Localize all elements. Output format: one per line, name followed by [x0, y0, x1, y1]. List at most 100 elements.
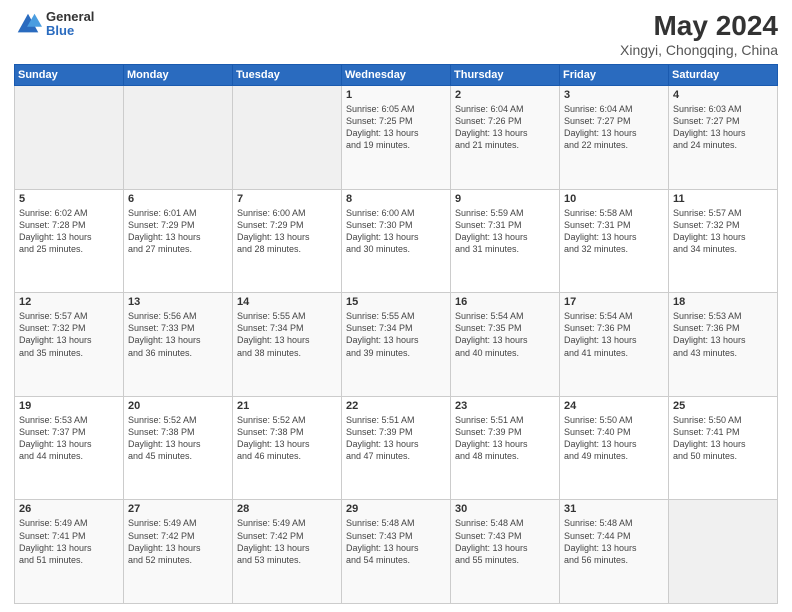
cell-text: Sunrise: 5:53 AMSunset: 7:37 PMDaylight:…	[19, 414, 119, 463]
day-cell-22: 22 Sunrise: 5:51 AMSunset: 7:39 PMDayligh…	[342, 396, 451, 500]
day-number: 7	[237, 193, 337, 205]
day-number: 14	[237, 296, 337, 308]
day-number: 26	[19, 503, 119, 515]
cell-text: Sunrise: 5:52 AMSunset: 7:38 PMDaylight:…	[237, 414, 337, 463]
empty-cell	[669, 500, 778, 604]
cell-text: Sunrise: 5:55 AMSunset: 7:34 PMDaylight:…	[237, 310, 337, 359]
day-number: 17	[564, 296, 664, 308]
cell-text: Sunrise: 5:53 AMSunset: 7:36 PMDaylight:…	[673, 310, 773, 359]
week-row-2: 5 Sunrise: 6:02 AMSunset: 7:28 PMDaylight…	[15, 189, 778, 293]
title-block: May 2024 Xingyi, Chongqing, China	[620, 10, 778, 58]
day-number: 8	[346, 193, 446, 205]
day-cell-7: 7 Sunrise: 6:00 AMSunset: 7:29 PMDaylight…	[233, 189, 342, 293]
cell-text: Sunrise: 5:57 AMSunset: 7:32 PMDaylight:…	[19, 310, 119, 359]
cell-text: Sunrise: 6:00 AMSunset: 7:29 PMDaylight:…	[237, 207, 337, 256]
cell-text: Sunrise: 5:49 AMSunset: 7:41 PMDaylight:…	[19, 517, 119, 566]
empty-cell	[233, 86, 342, 190]
day-number: 21	[237, 400, 337, 412]
day-header-wednesday: Wednesday	[342, 65, 451, 86]
day-cell-1: 1 Sunrise: 6:05 AMSunset: 7:25 PMDaylight…	[342, 86, 451, 190]
cell-text: Sunrise: 5:55 AMSunset: 7:34 PMDaylight:…	[346, 310, 446, 359]
cell-text: Sunrise: 6:00 AMSunset: 7:30 PMDaylight:…	[346, 207, 446, 256]
week-row-1: 1 Sunrise: 6:05 AMSunset: 7:25 PMDaylight…	[15, 86, 778, 190]
cell-text: Sunrise: 5:54 AMSunset: 7:35 PMDaylight:…	[455, 310, 555, 359]
calendar-table: SundayMondayTuesdayWednesdayThursdayFrid…	[14, 64, 778, 604]
day-header-saturday: Saturday	[669, 65, 778, 86]
day-number: 9	[455, 193, 555, 205]
day-number: 23	[455, 400, 555, 412]
day-cell-10: 10 Sunrise: 5:58 AMSunset: 7:31 PMDayligh…	[560, 189, 669, 293]
subtitle: Xingyi, Chongqing, China	[620, 42, 778, 58]
day-cell-30: 30Sunrise: 5:48 AMSunset: 7:43 PMDayligh…	[451, 500, 560, 604]
day-cell-27: 27 Sunrise: 5:49 AMSunset: 7:42 PMDayligh…	[124, 500, 233, 604]
week-row-5: 26 Sunrise: 5:49 AMSunset: 7:41 PMDayligh…	[15, 500, 778, 604]
page: General Blue May 2024 Xingyi, Chongqing,…	[0, 0, 792, 612]
day-cell-24: 24Sunrise: 5:50 AMSunset: 7:40 PMDayligh…	[560, 396, 669, 500]
day-number: 4	[673, 89, 773, 101]
day-number: 22	[346, 400, 446, 412]
cell-text: Sunrise: 5:58 AMSunset: 7:31 PMDaylight:…	[564, 207, 664, 256]
day-cell-3: 3Sunrise: 6:04 AMSunset: 7:27 PMDaylight…	[560, 86, 669, 190]
cell-text: Sunrise: 5:48 AMSunset: 7:43 PMDaylight:…	[455, 517, 555, 566]
day-cell-19: 19Sunrise: 5:53 AMSunset: 7:37 PMDayligh…	[15, 396, 124, 500]
day-cell-14: 14 Sunrise: 5:55 AMSunset: 7:34 PMDayligh…	[233, 293, 342, 397]
main-title: May 2024	[620, 10, 778, 42]
cell-text: Sunrise: 6:04 AMSunset: 7:26 PMDaylight:…	[455, 103, 555, 152]
cell-text: Sunrise: 5:51 AMSunset: 7:39 PMDaylight:…	[346, 414, 446, 463]
day-cell-29: 29Sunrise: 5:48 AMSunset: 7:43 PMDayligh…	[342, 500, 451, 604]
day-number: 27	[128, 503, 228, 515]
header: General Blue May 2024 Xingyi, Chongqing,…	[14, 10, 778, 58]
cell-text: Sunrise: 6:02 AMSunset: 7:28 PMDaylight:…	[19, 207, 119, 256]
cell-text: Sunrise: 5:56 AMSunset: 7:33 PMDaylight:…	[128, 310, 228, 359]
cell-text: Sunrise: 5:59 AMSunset: 7:31 PMDaylight:…	[455, 207, 555, 256]
day-cell-15: 15Sunrise: 5:55 AMSunset: 7:34 PMDayligh…	[342, 293, 451, 397]
day-cell-28: 28 Sunrise: 5:49 AMSunset: 7:42 PMDayligh…	[233, 500, 342, 604]
day-cell-26: 26 Sunrise: 5:49 AMSunset: 7:41 PMDayligh…	[15, 500, 124, 604]
cell-text: Sunrise: 6:01 AMSunset: 7:29 PMDaylight:…	[128, 207, 228, 256]
logo: General Blue	[14, 10, 94, 39]
day-number: 1	[346, 89, 446, 101]
day-cell-11: 11Sunrise: 5:57 AMSunset: 7:32 PMDayligh…	[669, 189, 778, 293]
cell-text: Sunrise: 5:57 AMSunset: 7:32 PMDaylight:…	[673, 207, 773, 256]
day-number: 12	[19, 296, 119, 308]
day-number: 10	[564, 193, 664, 205]
day-number: 31	[564, 503, 664, 515]
day-number: 2	[455, 89, 555, 101]
cell-text: Sunrise: 5:51 AMSunset: 7:39 PMDaylight:…	[455, 414, 555, 463]
day-number: 20	[128, 400, 228, 412]
day-cell-18: 18 Sunrise: 5:53 AMSunset: 7:36 PMDayligh…	[669, 293, 778, 397]
day-cell-8: 8 Sunrise: 6:00 AMSunset: 7:30 PMDaylight…	[342, 189, 451, 293]
cell-text: Sunrise: 5:54 AMSunset: 7:36 PMDaylight:…	[564, 310, 664, 359]
day-number: 5	[19, 193, 119, 205]
day-cell-6: 6 Sunrise: 6:01 AMSunset: 7:29 PMDaylight…	[124, 189, 233, 293]
logo-icon	[14, 10, 42, 38]
day-number: 6	[128, 193, 228, 205]
day-number: 28	[237, 503, 337, 515]
logo-blue: Blue	[46, 24, 94, 38]
day-header-tuesday: Tuesday	[233, 65, 342, 86]
cell-text: Sunrise: 5:48 AMSunset: 7:44 PMDaylight:…	[564, 517, 664, 566]
cell-text: Sunrise: 5:49 AMSunset: 7:42 PMDaylight:…	[237, 517, 337, 566]
day-cell-12: 12 Sunrise: 5:57 AMSunset: 7:32 PMDayligh…	[15, 293, 124, 397]
day-cell-2: 2 Sunrise: 6:04 AMSunset: 7:26 PMDaylight…	[451, 86, 560, 190]
logo-general: General	[46, 10, 94, 24]
week-row-4: 19Sunrise: 5:53 AMSunset: 7:37 PMDayligh…	[15, 396, 778, 500]
day-cell-31: 31 Sunrise: 5:48 AMSunset: 7:44 PMDayligh…	[560, 500, 669, 604]
empty-cell	[15, 86, 124, 190]
day-cell-23: 23 Sunrise: 5:51 AMSunset: 7:39 PMDayligh…	[451, 396, 560, 500]
day-number: 25	[673, 400, 773, 412]
empty-cell	[124, 86, 233, 190]
day-cell-16: 16 Sunrise: 5:54 AMSunset: 7:35 PMDayligh…	[451, 293, 560, 397]
cell-text: Sunrise: 6:05 AMSunset: 7:25 PMDaylight:…	[346, 103, 446, 152]
day-cell-20: 20Sunrise: 5:52 AMSunset: 7:38 PMDayligh…	[124, 396, 233, 500]
day-cell-25: 25 Sunrise: 5:50 AMSunset: 7:41 PMDayligh…	[669, 396, 778, 500]
cell-text: Sunrise: 5:49 AMSunset: 7:42 PMDaylight:…	[128, 517, 228, 566]
day-cell-4: 4Sunrise: 6:03 AMSunset: 7:27 PMDaylight…	[669, 86, 778, 190]
cell-text: Sunrise: 5:50 AMSunset: 7:41 PMDaylight:…	[673, 414, 773, 463]
day-header-sunday: Sunday	[15, 65, 124, 86]
day-header-friday: Friday	[560, 65, 669, 86]
day-number: 18	[673, 296, 773, 308]
cell-text: Sunrise: 5:48 AMSunset: 7:43 PMDaylight:…	[346, 517, 446, 566]
day-number: 16	[455, 296, 555, 308]
day-cell-17: 17 Sunrise: 5:54 AMSunset: 7:36 PMDayligh…	[560, 293, 669, 397]
